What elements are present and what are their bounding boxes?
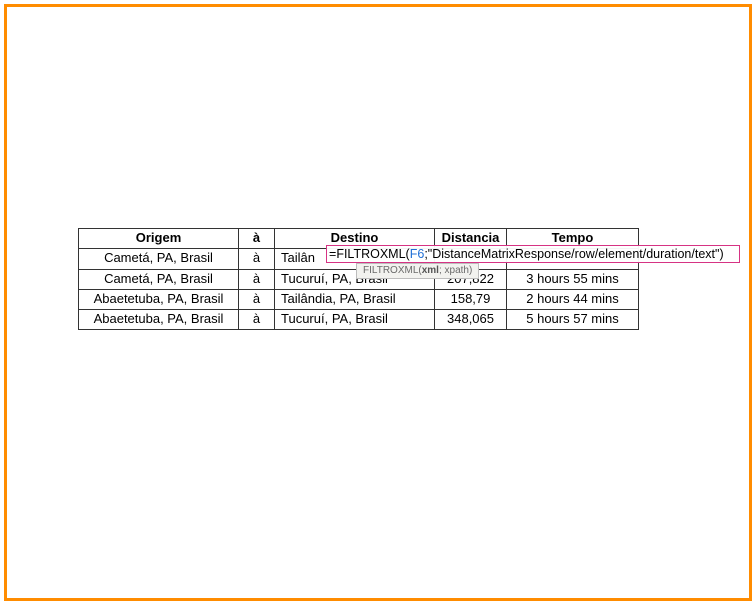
formula-editor[interactable]: =FILTROXML(F6;"DistanceMatrixResponse/ro… [326, 245, 740, 263]
formula-close: ) [719, 247, 723, 261]
cell-a: à [239, 269, 275, 289]
tooltip-suffix: ; xpath) [439, 265, 472, 276]
formula-function: FILTROXML [336, 247, 405, 261]
cell-origem: Cametá, PA, Brasil [79, 249, 239, 269]
formula-cellref: F6 [410, 247, 425, 261]
formula-arg2: "DistanceMatrixResponse/row/element/dura… [428, 247, 720, 261]
cell-origem: Abaetetuba, PA, Brasil [79, 289, 239, 309]
cell-dist: 158,79 [435, 289, 507, 309]
tooltip-active-arg: xml [422, 265, 439, 276]
cell-origem: Cametá, PA, Brasil [79, 269, 239, 289]
cell-a: à [239, 289, 275, 309]
table-row: Abaetetuba, PA, Brasil à Tailândia, PA, … [79, 289, 639, 309]
spreadsheet-table-wrapper: Origem à Destino Distancia Tempo Cametá,… [78, 228, 638, 330]
cell-a: à [239, 249, 275, 269]
cell-dist: 348,065 [435, 310, 507, 330]
cell-origem: Abaetetuba, PA, Brasil [79, 310, 239, 330]
distance-table: Origem à Destino Distancia Tempo Cametá,… [78, 228, 639, 330]
cell-tempo: 2 hours 44 mins [507, 289, 639, 309]
tooltip-prefix: FILTROXML( [363, 265, 422, 276]
cell-destino: Tucuruí, PA, Brasil [275, 310, 435, 330]
cell-destino: Tailândia, PA, Brasil [275, 289, 435, 309]
col-header-origem: Origem [79, 229, 239, 249]
cell-tempo: 3 hours 55 mins [507, 269, 639, 289]
table-row: Abaetetuba, PA, Brasil à Tucuruí, PA, Br… [79, 310, 639, 330]
formula-tooltip: FILTROXML(xml; xpath) [356, 263, 479, 279]
cell-tempo: 5 hours 57 mins [507, 310, 639, 330]
cell-a: à [239, 310, 275, 330]
col-header-a: à [239, 229, 275, 249]
